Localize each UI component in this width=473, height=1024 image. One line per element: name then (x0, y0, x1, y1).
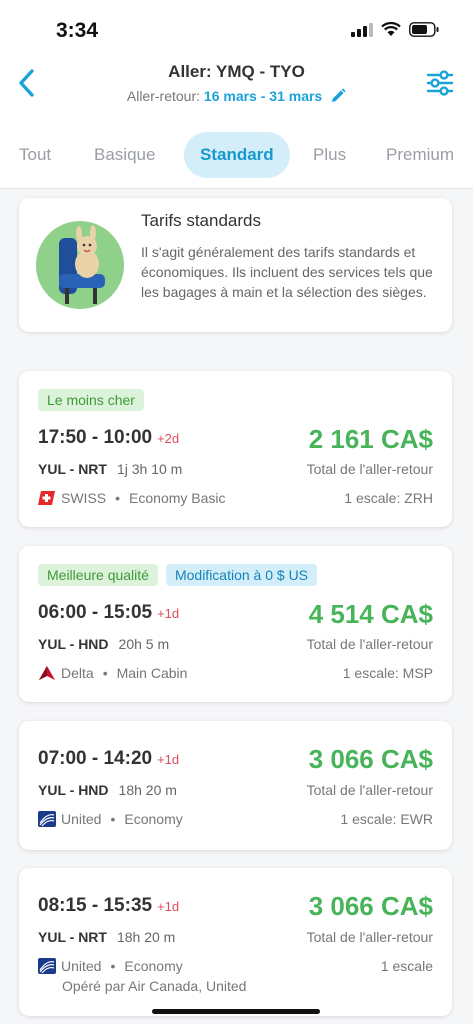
cabin-class: Main Cabin (116, 665, 188, 681)
airline-info: United • Economy (38, 958, 183, 974)
signal-icon (351, 22, 373, 37)
price-total-label: Total de l'aller-retour (306, 461, 433, 477)
price-total-label: Total de l'aller-retour (306, 782, 433, 798)
flight-price: 4 514 CA$ (308, 599, 433, 629)
info-description: Il s'agit généralement des tarifs standa… (141, 244, 433, 300)
plus-days: +1d (157, 606, 180, 621)
route-info: YUL - NRT 1j 3h 10 m (38, 461, 182, 477)
airline-name: United (61, 958, 102, 974)
status-bar: 3:34 (0, 0, 473, 60)
flight-times: 07:00 - 14:20 +1d (38, 748, 179, 770)
flight-duration: 20h 5 m (118, 636, 170, 652)
info-title: Tarifs standards (141, 211, 261, 230)
flight-price: 3 066 CA$ (308, 891, 433, 921)
plus-days: +1d (157, 752, 180, 767)
price-total-label: Total de l'aller-retour (306, 636, 433, 652)
separator-dot: • (102, 665, 108, 681)
airline-info: United • Economy (38, 811, 183, 827)
stops-info: 1 escale: ZRH (344, 490, 433, 506)
status-time: 3:34 (56, 19, 99, 42)
header: Aller: YMQ - TYO Aller-retour: 16 mars -… (0, 60, 473, 113)
separator-dot: • (110, 811, 116, 827)
airline-info: Delta • Main Cabin (38, 665, 187, 681)
route-airports: YUL - HND (38, 782, 109, 798)
cabin-class: Economy Basic (129, 490, 226, 506)
plus-days: +2d (157, 431, 180, 446)
stops-info: 1 escale: EWR (340, 811, 433, 827)
home-indicator[interactable] (152, 1009, 320, 1014)
flight-card[interactable]: 08:15 - 15:35 +1d 3 066 CA$ YUL - NRT 18h … (19, 868, 452, 1016)
status-icons (351, 22, 439, 37)
wifi-icon (381, 22, 401, 36)
flight-times: 17:50 - 10:00 +2d (38, 427, 179, 449)
route-airports: YUL - NRT (38, 929, 107, 945)
airline-name: Delta (61, 665, 94, 681)
airline-info: SWISS • Economy Basic (38, 490, 226, 506)
united-logo-icon (38, 811, 56, 827)
flight-duration: 18h 20 m (118, 782, 177, 798)
tab-premium[interactable]: Premium (386, 132, 454, 178)
flight-times: 08:15 - 15:35 +1d (38, 895, 179, 917)
trip-type-label: Aller-retour: (126, 88, 201, 104)
united-logo-icon (38, 958, 56, 974)
time-range: 17:50 - 10:00 (38, 427, 153, 448)
trip-dates[interactable]: Aller-retour: 16 mars - 31 mars (0, 88, 473, 104)
plus-days: +1d (157, 899, 180, 914)
separator-dot: • (110, 958, 116, 974)
cabin-class: Economy (124, 958, 183, 974)
airline-name: SWISS (61, 490, 107, 506)
flight-card[interactable]: Meilleure qualité Modification à 0 $ US … (19, 546, 452, 702)
page-title: Aller: YMQ - TYO (168, 62, 305, 81)
flight-price: 3 066 CA$ (308, 744, 433, 774)
time-range: 06:00 - 15:05 (38, 602, 153, 623)
route-info: YUL - HND 18h 20 m (38, 782, 177, 798)
cheapest-badge: Le moins cher (38, 389, 144, 411)
tab-standard[interactable]: Standard (184, 132, 290, 178)
best-quality-badge: Meilleure qualité (38, 564, 158, 586)
time-range: 07:00 - 14:20 (38, 748, 153, 769)
stops-info: 1 escale (380, 958, 433, 974)
airline-name: United (61, 811, 102, 827)
mascot-illustration-icon (36, 221, 124, 309)
tab-tout[interactable]: Tout (19, 132, 51, 178)
route-airports: YUL - NRT (38, 461, 107, 477)
date-range[interactable]: 16 mars - 31 mars (204, 88, 322, 104)
filter-sliders-icon[interactable] (425, 68, 455, 98)
swiss-logo-icon (38, 491, 55, 505)
tab-plus[interactable]: Plus (313, 132, 346, 178)
flight-duration: 1j 3h 10 m (116, 461, 183, 477)
flight-times: 06:00 - 15:05 +1d (38, 602, 179, 624)
battery-icon (409, 22, 439, 37)
delta-logo-icon (39, 666, 55, 680)
flight-duration: 18h 20 m (116, 929, 176, 945)
route-info: YUL - HND 20h 5 m (38, 636, 169, 652)
badge-row: Meilleure qualité Modification à 0 $ US (38, 564, 318, 586)
flight-card[interactable]: Le moins cher 17:50 - 10:00 +2d 2 161 CA$… (19, 371, 452, 527)
flight-price: 2 161 CA$ (308, 424, 433, 454)
tab-basique[interactable]: Basique (94, 132, 155, 178)
cabin-class: Economy (124, 811, 183, 827)
separator-dot: • (115, 490, 121, 506)
fare-info-card: Tarifs standards Il s'agit généralement … (19, 198, 452, 332)
price-total-label: Total de l'aller-retour (306, 929, 433, 945)
edit-pencil-icon[interactable] (330, 88, 346, 104)
flight-card[interactable]: 07:00 - 14:20 +1d 3 066 CA$ YUL - HND 18h … (19, 721, 452, 850)
operated-by: Opéré par Air Canada, United (62, 978, 247, 994)
badge-row: Le moins cher (38, 389, 144, 411)
stops-info: 1 escale: MSP (342, 665, 433, 681)
route-airports: YUL - HND (38, 636, 109, 652)
free-change-badge: Modification à 0 $ US (165, 564, 318, 586)
fare-tabs: Tout Basique Standard Plus Premium (0, 112, 473, 189)
route-info: YUL - NRT 18h 20 m (38, 929, 175, 945)
time-range: 08:15 - 15:35 (38, 895, 153, 916)
